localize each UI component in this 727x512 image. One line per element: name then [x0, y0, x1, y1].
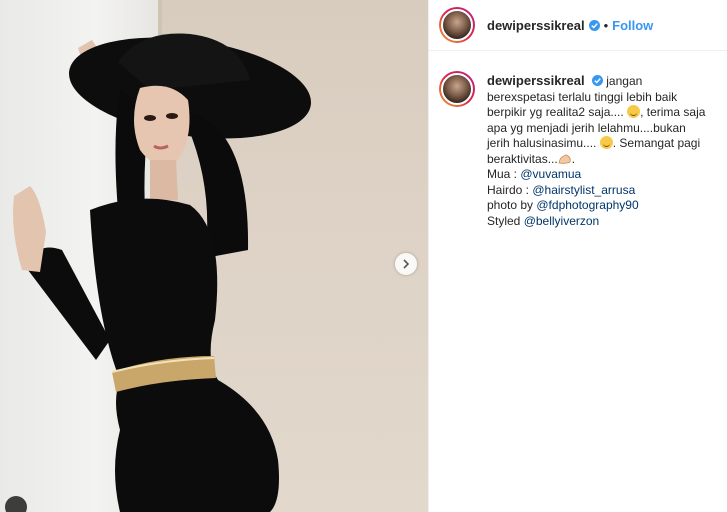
smiling-face-icon	[627, 105, 641, 118]
post-side-panel: dewiperssikreal • Follow dewiperssikreal…	[428, 0, 727, 512]
photo-label: photo by	[487, 198, 537, 212]
follow-button[interactable]: Follow	[612, 18, 653, 33]
verified-badge-icon	[591, 75, 603, 86]
hairdo-mention-link[interactable]: @hairstylist_arrusa	[532, 183, 635, 197]
smiling-face-icon	[599, 136, 613, 149]
caption-comment: dewiperssikreal jangan berexspetasi terl…	[429, 51, 727, 229]
model-figure	[13, 33, 311, 512]
separator-dot: •	[603, 17, 609, 33]
caption-text: dewiperssikreal jangan berexspetasi terl…	[487, 73, 711, 229]
styled-mention-link[interactable]: @bellyiverzon	[524, 214, 600, 228]
caption-line-3-end: .	[571, 151, 576, 166]
mua-label: Mua :	[487, 167, 521, 181]
next-image-button[interactable]	[395, 253, 417, 275]
flexed-biceps-icon	[558, 154, 571, 164]
chevron-right-icon	[403, 259, 410, 269]
caption-avatar[interactable]	[439, 71, 475, 107]
user-tag-icon[interactable]	[5, 496, 27, 512]
caption-username-link[interactable]: dewiperssikreal	[487, 73, 585, 88]
styled-label: Styled	[487, 213, 524, 228]
hairdo-label: Hairdo :	[487, 182, 533, 197]
post-header: dewiperssikreal • Follow	[429, 0, 727, 51]
avatar[interactable]	[439, 7, 475, 43]
photo-mention-link[interactable]: @fdphotography90	[536, 198, 638, 212]
mua-mention-link[interactable]: @vuvamua	[520, 167, 581, 181]
verified-badge-icon	[588, 19, 600, 31]
username-link[interactable]: dewiperssikreal	[487, 18, 585, 33]
post-image[interactable]	[0, 0, 428, 512]
